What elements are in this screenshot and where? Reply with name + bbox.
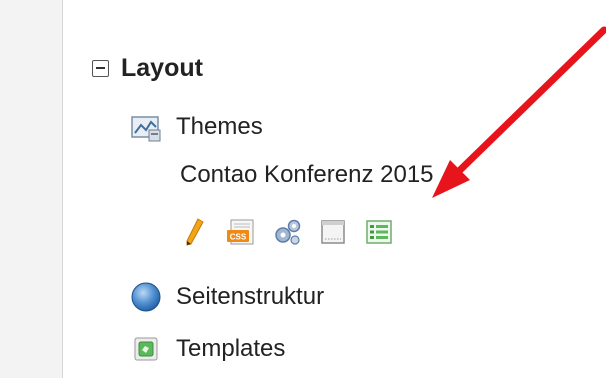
sidebar-item-label: Templates: [176, 335, 286, 362]
globe-icon: [130, 281, 162, 313]
theme-actions: CSS: [178, 214, 408, 250]
css-stylesheets-icon[interactable]: CSS: [224, 215, 258, 249]
sidebar-item-themes[interactable]: Themes: [130, 110, 263, 144]
templates-icon: [130, 333, 162, 365]
sidebar-item-seitenstruktur[interactable]: Seitenstruktur: [130, 280, 324, 314]
edit-pencil-icon[interactable]: [178, 215, 212, 249]
themes-icon: [130, 111, 162, 143]
modules-gear-icon[interactable]: [270, 215, 304, 249]
theme-name: Contao Konferenz 2015: [180, 161, 434, 188]
sidebar-item-templates[interactable]: Templates: [130, 332, 285, 366]
page-layouts-icon[interactable]: [316, 215, 350, 249]
layout-section-header[interactable]: Layout: [92, 52, 203, 84]
svg-text:CSS: CSS: [230, 233, 247, 242]
sidebar-item-label: Seitenstruktur: [176, 283, 325, 310]
image-sizes-list-icon[interactable]: [362, 215, 396, 249]
collapse-minus-icon[interactable]: [92, 59, 109, 77]
section-title: Layout: [121, 53, 203, 82]
sidebar-item-label: Themes: [176, 113, 263, 140]
sidebar-gutter: [0, 0, 63, 378]
